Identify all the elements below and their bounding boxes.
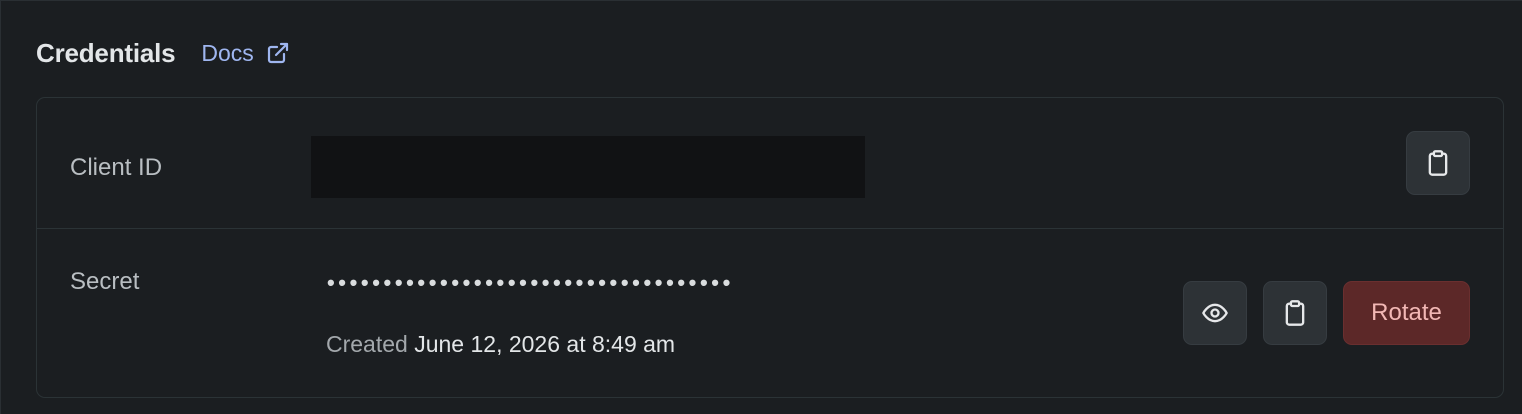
rotate-secret-button[interactable]: Rotate	[1343, 281, 1470, 345]
clipboard-icon	[1285, 300, 1305, 326]
created-prefix: Created	[326, 331, 408, 357]
credentials-card: Client ID Secret •••••••••••••••••••••••…	[36, 97, 1504, 398]
client-id-value-redacted	[311, 136, 865, 198]
reveal-secret-button[interactable]	[1183, 281, 1247, 345]
client-id-label: Client ID	[70, 154, 163, 181]
row-divider	[37, 228, 1503, 229]
docs-link-label: Docs	[201, 39, 254, 66]
clipboard-icon	[1428, 150, 1448, 176]
copy-secret-button[interactable]	[1263, 281, 1327, 345]
secret-created-info: Created June 12, 2026 at 8:49 am	[326, 331, 675, 358]
external-link-icon	[267, 42, 288, 64]
secret-masked-value: ••••••••••••••••••••••••••••••••••••	[327, 270, 734, 295]
panel-header: Credentials Docs	[36, 35, 290, 71]
secret-label: Secret	[70, 268, 140, 295]
docs-link[interactable]: Docs	[201, 40, 289, 67]
panel-title: Credentials	[36, 37, 176, 68]
created-timestamp: June 12, 2026 at 8:49 am	[414, 331, 676, 357]
eye-icon	[1202, 303, 1228, 323]
copy-client-id-button[interactable]	[1406, 131, 1470, 195]
credentials-panel: Credentials Docs Client ID Secret ••••••…	[0, 0, 1522, 414]
